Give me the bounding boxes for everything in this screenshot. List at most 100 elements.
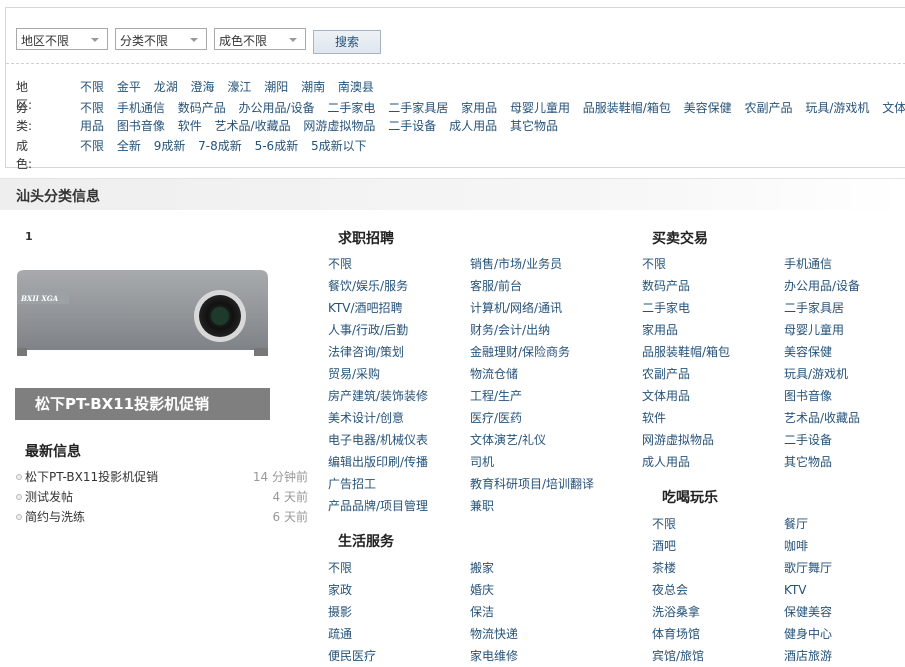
category-link[interactable]: 办公用品/设备 [784, 275, 860, 297]
category-link[interactable]: 酒吧 [652, 535, 676, 557]
category-link[interactable]: 家政 [328, 579, 352, 601]
filter-option[interactable]: 家用品 [461, 101, 497, 115]
category-link[interactable]: 法律咨询/策划 [328, 341, 404, 363]
news-item[interactable]: 简约与洗练 6 天前 [16, 507, 308, 527]
category-link[interactable]: 二手家电 [642, 297, 690, 319]
slide-caption[interactable]: 松下PT-BX11投影机促销 [15, 388, 270, 420]
category-link[interactable]: 体育场馆 [652, 623, 700, 645]
category-link[interactable]: 二手家具居 [784, 297, 844, 319]
category-link[interactable]: 网游虚拟物品 [642, 429, 714, 451]
filter-option[interactable]: 数码产品 [178, 101, 226, 115]
category-link[interactable]: KTV [784, 579, 806, 601]
projector-image[interactable]: BXII XGA [15, 268, 270, 358]
category-link[interactable]: 贸易/采购 [328, 363, 380, 385]
category-link[interactable]: 数码产品 [642, 275, 690, 297]
category-link[interactable]: 保洁 [470, 601, 494, 623]
filter-option[interactable]: 濠江 [227, 80, 251, 94]
slide-index[interactable]: 1 [25, 230, 33, 243]
filter-option[interactable]: 5-6成新 [255, 139, 299, 153]
filter-option[interactable]: 网游虚拟物品 [303, 119, 375, 133]
filter-option[interactable]: 全新 [117, 139, 141, 153]
category-link[interactable]: 品服装鞋帽/箱包 [642, 341, 730, 363]
news-item[interactable]: 测试发帖 4 天前 [16, 487, 308, 507]
category-link[interactable]: 茶楼 [652, 557, 676, 579]
filter-option[interactable]: 南澳县 [338, 80, 374, 94]
category-link[interactable]: 二手设备 [784, 429, 832, 451]
filter-option[interactable]: 玩具/游戏机 [805, 101, 869, 115]
category-link[interactable]: 婚庆 [470, 579, 494, 601]
filter-option[interactable]: 7-8成新 [198, 139, 242, 153]
category-link[interactable]: 计算机/网络/通讯 [470, 297, 562, 319]
news-item[interactable]: 松下PT-BX11投影机促销 14 分钟前 [16, 467, 308, 487]
category-link[interactable]: 健身中心 [784, 623, 832, 645]
category-link[interactable]: 文体演艺/礼仪 [470, 429, 546, 451]
category-link[interactable]: 餐厅 [784, 513, 808, 535]
category-link[interactable]: 宾馆/旅馆 [652, 645, 704, 667]
filter-option[interactable]: 二手家电 [327, 101, 375, 115]
category-link[interactable]: 财务/会计/出纳 [470, 319, 550, 341]
filter-option[interactable]: 二手家具居 [388, 101, 448, 115]
filter-option[interactable]: 母婴儿童用 [510, 101, 570, 115]
category-link[interactable]: 物流仓储 [470, 363, 518, 385]
category-link[interactable]: 工程/生产 [470, 385, 522, 407]
news-title[interactable]: 测试发帖 [25, 487, 73, 507]
category-link[interactable]: 成人用品 [642, 451, 690, 473]
category-link[interactable]: 教育科研项目/培训翻译 [470, 473, 594, 495]
category-link[interactable]: 便民医疗 [328, 645, 376, 667]
filter-option[interactable]: 农副产品 [745, 101, 793, 115]
category-select[interactable]: 分类不限 [115, 28, 207, 50]
filter-option[interactable]: 图书音像 [117, 119, 165, 133]
category-link[interactable]: 医疗/医药 [470, 407, 522, 429]
filter-option[interactable]: 其它物品 [510, 119, 558, 133]
category-link[interactable]: 编辑出版印刷/传播 [328, 451, 428, 473]
filter-option[interactable]: 9成新 [154, 139, 186, 153]
category-link[interactable]: 农副产品 [642, 363, 690, 385]
filter-option[interactable]: 不限 [80, 80, 104, 94]
category-link[interactable]: 不限 [642, 253, 666, 275]
news-title[interactable]: 简约与洗练 [25, 507, 85, 527]
category-link[interactable]: 电子电器/机械仪表 [328, 429, 428, 451]
category-link[interactable]: 疏通 [328, 623, 352, 645]
category-link[interactable]: 家电维修 [470, 645, 518, 667]
category-link[interactable]: 文体用品 [642, 385, 690, 407]
category-link[interactable]: 不限 [328, 253, 352, 275]
region-select[interactable]: 地区不限 [16, 28, 108, 50]
category-link[interactable]: 美术设计/创意 [328, 407, 404, 429]
category-link[interactable]: 搬家 [470, 557, 494, 579]
category-link[interactable]: 人事/行政/后勤 [328, 319, 408, 341]
category-link[interactable]: 广告招工 [328, 473, 376, 495]
filter-option[interactable]: 办公用品/设备 [239, 101, 315, 115]
category-link[interactable]: 艺术品/收藏品 [784, 407, 860, 429]
filter-option[interactable]: 艺术品/收藏品 [215, 119, 291, 133]
filter-option[interactable]: 不限 [80, 139, 104, 153]
filter-option[interactable]: 软件 [178, 119, 202, 133]
category-link[interactable]: 手机通信 [784, 253, 832, 275]
category-link[interactable]: 房产建筑/装饰装修 [328, 385, 428, 407]
category-link[interactable]: 司机 [470, 451, 494, 473]
category-link[interactable]: 美容保健 [784, 341, 832, 363]
news-title[interactable]: 松下PT-BX11投影机促销 [25, 467, 158, 487]
category-link[interactable]: KTV/酒吧招聘 [328, 297, 403, 319]
category-link[interactable]: 餐饮/娱乐/服务 [328, 275, 408, 297]
filter-option[interactable]: 美容保健 [684, 101, 732, 115]
category-link[interactable]: 客服/前台 [470, 275, 522, 297]
filter-option[interactable]: 成人用品 [449, 119, 497, 133]
category-link[interactable]: 物流快递 [470, 623, 518, 645]
category-link[interactable]: 兼职 [470, 495, 494, 517]
category-link[interactable]: 母婴儿童用 [784, 319, 844, 341]
filter-option[interactable]: 二手设备 [388, 119, 436, 133]
category-link[interactable]: 其它物品 [784, 451, 832, 473]
category-link[interactable]: 金融理财/保险商务 [470, 341, 570, 363]
search-button[interactable]: 搜索 [313, 30, 381, 54]
filter-option[interactable]: 金平 [117, 80, 141, 94]
category-link[interactable]: 夜总会 [652, 579, 688, 601]
category-link[interactable]: 产品品牌/项目管理 [328, 495, 428, 517]
filter-option[interactable]: 品服装鞋帽/箱包 [583, 101, 671, 115]
filter-option[interactable]: 潮南 [301, 80, 325, 94]
category-link[interactable]: 洗浴桑拿 [652, 601, 700, 623]
filter-option[interactable]: 澄海 [191, 80, 215, 94]
condition-select[interactable]: 成色不限 [214, 28, 306, 50]
category-link[interactable]: 酒店旅游 [784, 645, 832, 667]
filter-option[interactable]: 龙湖 [154, 80, 178, 94]
filter-option[interactable]: 5成新以下 [311, 139, 367, 153]
